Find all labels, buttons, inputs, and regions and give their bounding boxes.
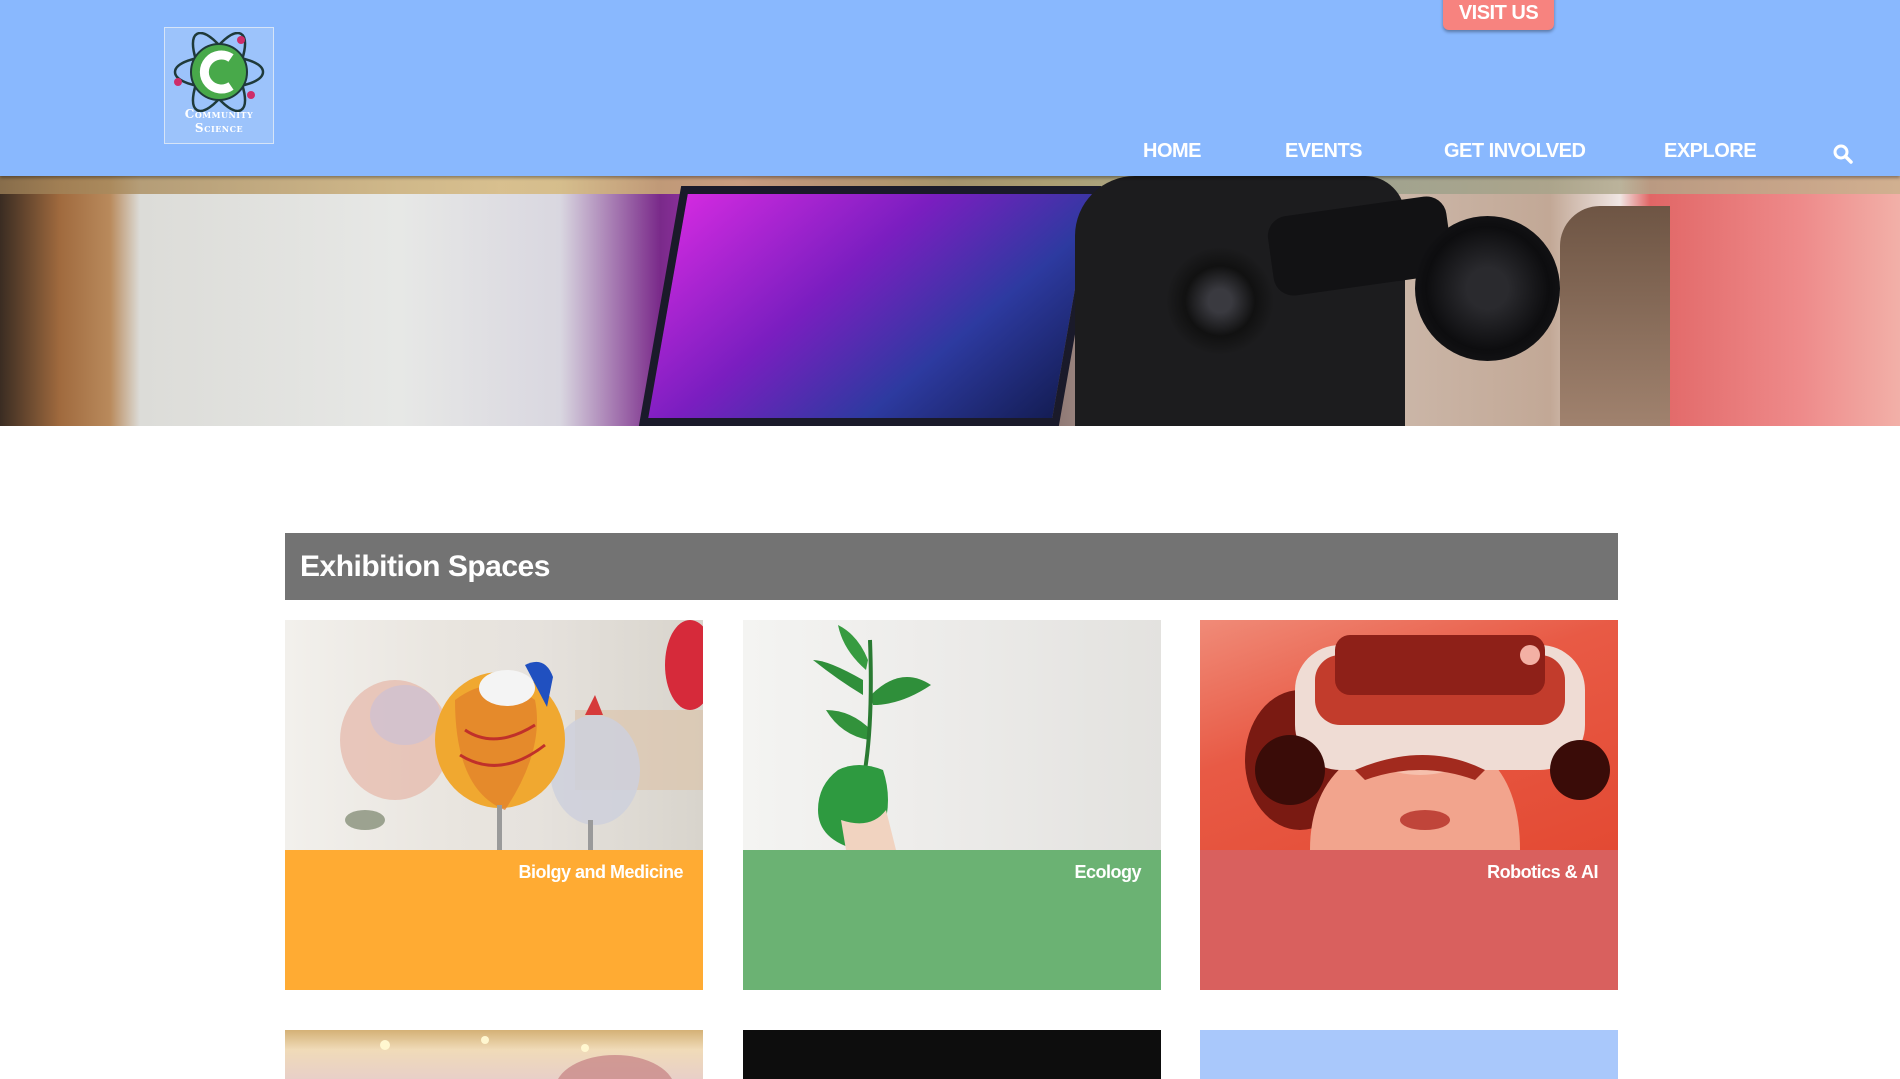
card-next-1[interactable] (285, 1030, 703, 1079)
card-label: Ecology (1074, 862, 1141, 882)
site-header: Community Science VISIT US HOME EVENTS G… (0, 0, 1900, 176)
vr-person-illustration (1245, 635, 1610, 850)
hero-monitor (638, 186, 1102, 426)
card-image-heart-model (285, 620, 703, 850)
card-next-2[interactable] (743, 1030, 1161, 1079)
hero-hair (1560, 206, 1670, 426)
card-label: Biolgy and Medicine (518, 862, 683, 882)
section-title: Exhibition Spaces (285, 533, 1618, 600)
hero-banner-image (0, 176, 1900, 426)
nav-events[interactable]: EVENTS (1285, 140, 1363, 163)
hero-headphone (1415, 216, 1560, 361)
card-biology-medicine[interactable]: Biolgy and Medicine (285, 620, 703, 990)
heart-model-illustration (340, 620, 703, 850)
card-image-vr-person (1200, 620, 1618, 850)
card-footer: Ecology (743, 850, 1161, 990)
nav-explore[interactable]: EXPLORE (1664, 140, 1757, 163)
card-label: Robotics & AI (1487, 862, 1598, 882)
card-footer: Robotics & AI (1200, 850, 1618, 990)
site-logo[interactable]: Community Science (164, 27, 274, 144)
visit-us-button[interactable]: VISIT US (1443, 0, 1554, 30)
nav-home[interactable]: HOME (1143, 140, 1202, 163)
atom-logo-icon (173, 32, 265, 112)
hero-headset-camera (1165, 246, 1275, 356)
card-image-plant-hand (743, 620, 1161, 850)
card-next-1-image (380, 1036, 672, 1079)
logo-text-line2: Science (194, 121, 244, 135)
card-footer: Biolgy and Medicine (285, 850, 703, 990)
logo-text-line1: Community (184, 107, 254, 121)
nav-get-involved[interactable]: GET INVOLVED (1444, 140, 1586, 163)
exhibition-spaces-section: Exhibition Spaces (285, 533, 1618, 600)
card-ecology[interactable]: Ecology (743, 620, 1161, 990)
plant-hand-illustration (813, 625, 931, 850)
card-next-3[interactable] (1200, 1030, 1618, 1079)
search-icon[interactable] (1833, 144, 1853, 164)
card-robotics-ai[interactable]: Robotics & AI (1200, 620, 1618, 990)
